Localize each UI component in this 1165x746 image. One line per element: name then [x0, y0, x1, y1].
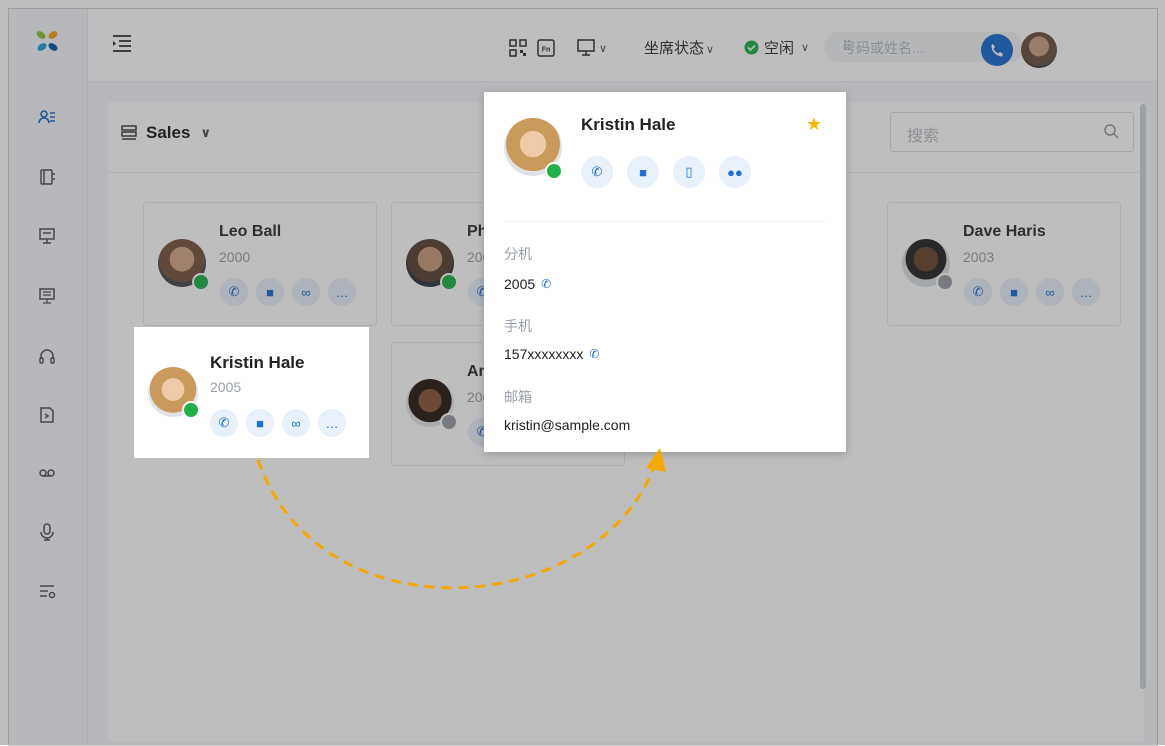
call-icon[interactable]: ✆ — [581, 156, 613, 188]
extension-value-row: 2005 ✆ — [504, 276, 551, 292]
extension-value: 2005 — [504, 276, 536, 292]
highlighted-contact-card[interactable]: Kristin Hale 2005 ✆ ■ ∞ … — [134, 327, 369, 458]
mobile-label: 手机 — [504, 318, 532, 334]
voicemail-icon[interactable]: ●● — [719, 156, 751, 188]
video-call-icon[interactable]: ■ — [246, 409, 274, 437]
call-icon[interactable]: ✆ — [589, 347, 599, 361]
email-value: kristin@sample.com — [504, 417, 631, 433]
extension-label: 分机 — [504, 246, 532, 262]
popup-contact-name: Kristin Hale — [581, 115, 676, 134]
more-icon[interactable]: … — [318, 409, 346, 437]
available-badge-icon — [182, 401, 200, 419]
email-label: 邮箱 — [504, 389, 532, 405]
favorite-star-icon[interactable]: ★ — [806, 114, 822, 135]
contact-name: Kristin Hale — [210, 353, 305, 372]
divider — [504, 221, 826, 222]
contact-extension: 2005 — [210, 379, 242, 395]
mobile-value: 157xxxxxxxx — [504, 346, 584, 362]
voicemail-icon[interactable]: ∞ — [282, 409, 310, 437]
contact-detail-popup: Kristin Hale ★ ✆ ■ ▯ ●● 分机 2005 ✆ 手机 157… — [484, 92, 846, 452]
mobile-call-icon[interactable]: ▯ — [673, 156, 705, 188]
available-badge-icon — [545, 162, 563, 180]
call-icon[interactable]: ✆ — [210, 409, 238, 437]
mobile-value-row: 157xxxxxxxx ✆ — [504, 346, 599, 362]
call-icon[interactable]: ✆ — [541, 277, 551, 291]
video-call-icon[interactable]: ■ — [627, 156, 659, 188]
